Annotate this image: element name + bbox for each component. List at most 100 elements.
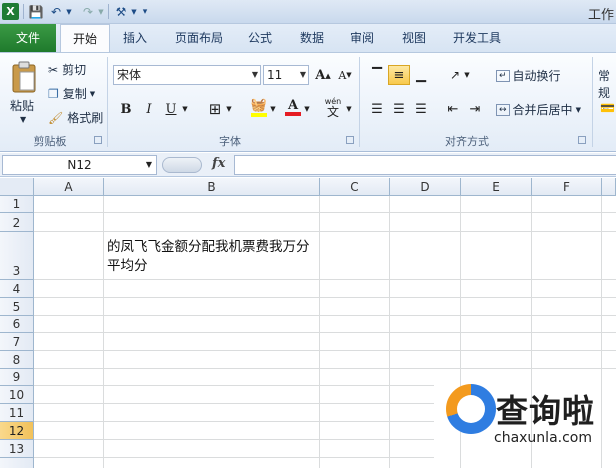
site-watermark: 查询啦 chaxunla.com [436,384,616,468]
align-center-icon[interactable]: ☰ [388,99,410,119]
paste-dropdown-icon[interactable]: ▼ [20,115,26,124]
tab-file[interactable]: 文件 [0,24,56,52]
formula-bar-splitter[interactable] [162,157,202,173]
fill-color-dropdown-icon[interactable]: ▼ [268,99,278,119]
row-header-14[interactable] [0,458,34,468]
tools-icon[interactable]: ⚒ [112,3,130,20]
ribbon-tab-bar: 文件 开始 插入 页面布局 公式 数据 审阅 视图 开发工具 [0,24,616,53]
font-color-dropdown-icon[interactable]: ▼ [302,99,312,119]
tab-data[interactable]: 数据 [290,24,334,52]
row-header-11[interactable]: 11 [0,404,34,422]
borders-dropdown-icon[interactable]: ▼ [224,99,234,119]
accounting-format-icon[interactable]: 💳 [600,101,615,115]
column-header-g[interactable] [602,178,616,196]
row-header-7[interactable]: 7 [0,333,34,351]
paste-button[interactable]: 粘贴 [10,97,34,114]
excel-logo-icon[interactable]: X [2,3,19,20]
increase-indent-icon[interactable]: ⇥ [464,99,486,119]
font-color-button[interactable]: A [282,97,304,117]
tab-page-layout[interactable]: 页面布局 [166,24,232,52]
column-header-c[interactable]: C [320,178,390,196]
align-right-icon[interactable]: ☰ [410,99,432,119]
row-header-9[interactable]: 9 [0,369,34,386]
font-name-combo[interactable]: 宋体 ▼ [113,65,261,85]
font-group-label: 字体 [219,135,241,148]
grow-font-icon: ▲ [325,70,331,80]
underline-dropdown-icon[interactable]: ▼ [180,99,190,119]
row-header-10[interactable]: 10 [0,386,34,404]
magnifier-logo-icon [446,384,496,434]
select-all-corner[interactable] [0,178,34,196]
format-painter-button[interactable]: 🖌 格式刷 [48,109,103,126]
gridline [34,457,434,458]
bold-button[interactable]: B [115,99,137,119]
alignment-launcher-icon[interactable] [578,136,586,144]
column-header-f[interactable]: F [532,178,602,196]
name-box[interactable]: N12 ▼ [2,155,157,175]
tools-dropdown-icon[interactable]: ▼ [130,3,138,20]
column-header-d[interactable]: D [390,178,461,196]
tab-developer[interactable]: 开发工具 [444,24,510,52]
underline-button[interactable]: U [160,99,182,119]
wrap-text-button[interactable]: ↵ 自动换行 [496,67,561,84]
redo-icon[interactable]: ↷ [80,3,96,20]
phonetic-dropdown-icon[interactable]: ▼ [344,99,354,119]
tab-home[interactable]: 开始 [60,24,110,53]
wrap-text-label: 自动换行 [512,69,561,83]
save-icon[interactable]: 💾 [28,3,44,20]
column-header-a[interactable]: A [34,178,104,196]
align-top-icon[interactable]: ▔ [366,65,388,85]
customize-qat-icon[interactable]: ▾ [140,3,150,20]
merge-center-label: 合并后居中 [512,103,573,117]
row-header-3[interactable]: 3 [0,232,34,280]
cell-b3[interactable]: 的凤飞飞金额分配我机票费我万分平均分 [107,238,321,276]
paint-bucket-icon: 🧺 [250,97,268,113]
borders-icon[interactable]: ⊞ [204,99,226,119]
italic-button[interactable]: I [138,99,160,119]
shrink-font-button[interactable]: A ▼ [334,65,356,85]
row-header-4[interactable]: 4 [0,280,34,298]
tab-formulas[interactable]: 公式 [238,24,282,52]
row-header-6[interactable]: 6 [0,316,34,333]
fill-color-button[interactable]: 🧺 [248,97,270,117]
column-header-b[interactable]: B [104,178,320,196]
grow-font-button[interactable]: A ▲ [312,65,334,85]
undo-icon[interactable]: ↶ [48,3,64,20]
watermark-url: chaxunla.com [494,430,592,446]
row-header-1[interactable]: 1 [0,196,34,213]
group-divider [107,57,108,147]
row-header-8[interactable]: 8 [0,351,34,369]
row-header-2[interactable]: 2 [0,213,34,232]
undo-dropdown-icon[interactable]: ▼ [64,3,74,20]
copy-dropdown-icon: ▼ [89,89,96,98]
align-left-icon[interactable]: ☰ [366,99,388,119]
redo-dropdown-icon[interactable]: ▼ [96,3,106,20]
merge-center-button[interactable]: ↔ 合并后居中 ▼ [496,101,581,118]
font-launcher-icon[interactable] [346,136,354,144]
fill-color-swatch [251,112,267,117]
number-format-combo[interactable]: 常规 [598,67,616,101]
row-header-12[interactable]: 12 [0,422,34,440]
orientation-dropdown-icon[interactable]: ▼ [462,65,472,85]
gridline [34,385,434,386]
tab-review[interactable]: 审阅 [340,24,384,52]
align-middle-icon[interactable]: ≡ [388,65,410,85]
gridline [34,297,616,298]
decrease-indent-icon[interactable]: ⇤ [442,99,464,119]
font-size-combo[interactable]: 11 ▼ [263,65,309,85]
align-bottom-icon[interactable]: ▁ [410,65,432,85]
row-header-13[interactable]: 13 [0,440,34,458]
paste-icon[interactable] [8,57,40,97]
formula-input[interactable] [234,155,616,175]
font-name-value: 宋体 [117,68,142,82]
phonetic-guide-button[interactable]: wén 文 [320,97,346,118]
insert-function-button[interactable]: fx [212,156,225,171]
font-color-swatch [285,111,301,116]
cut-button[interactable]: ✂ 剪切 [48,61,86,78]
tab-view[interactable]: 视图 [392,24,436,52]
column-header-e[interactable]: E [461,178,532,196]
row-header-5[interactable]: 5 [0,298,34,316]
tab-insert[interactable]: 插入 [112,24,158,52]
copy-button[interactable]: ❐ 复制 ▼ [48,85,95,102]
clipboard-launcher-icon[interactable] [94,136,102,144]
